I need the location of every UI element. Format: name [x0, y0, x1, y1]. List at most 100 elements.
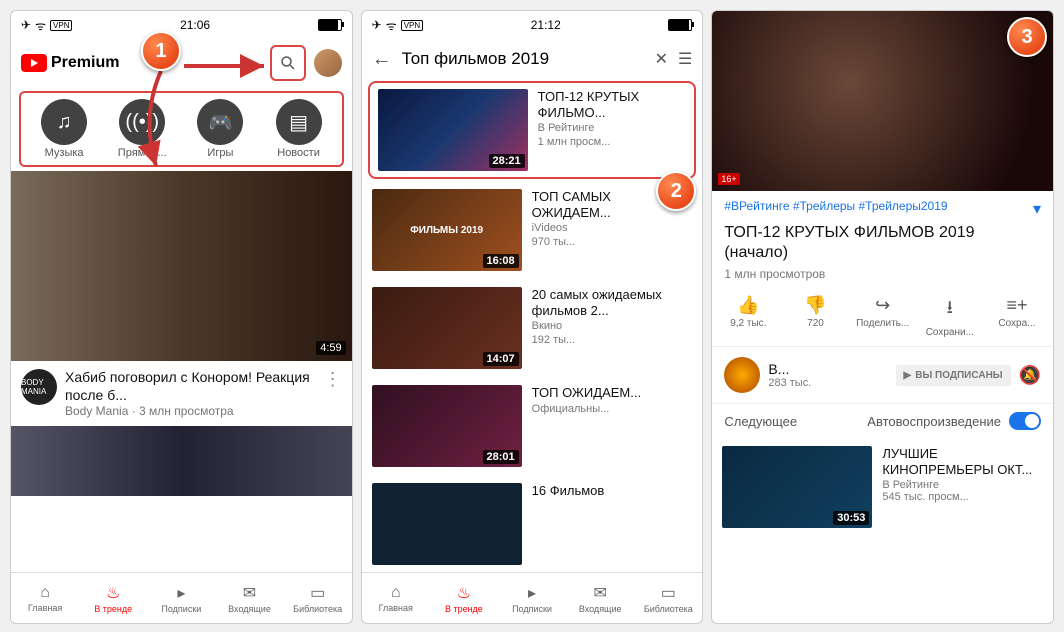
status-time: 21:12: [531, 18, 561, 32]
nav-label: Подписки: [512, 604, 552, 614]
expand-icon[interactable]: ▾: [1033, 199, 1041, 219]
status-bar: ✈ ᯤ VPN 21:12: [362, 11, 703, 39]
home-icon: ⌂: [391, 584, 401, 602]
nav-trending[interactable]: ♨В тренде: [79, 573, 147, 623]
subscriptions-icon: ▸: [528, 583, 536, 603]
tab-live[interactable]: ((•)) Прямой...: [112, 99, 172, 159]
airplane-icon: ✈: [372, 18, 382, 32]
library-icon: ▭: [661, 583, 676, 603]
nav-home[interactable]: ⌂Главная: [11, 573, 79, 623]
share-icon: ↪: [875, 295, 890, 316]
download-icon: ⭳: [947, 295, 953, 325]
back-icon[interactable]: ←: [372, 48, 392, 71]
account-avatar[interactable]: [314, 49, 342, 77]
nav-library[interactable]: ▭Библиотека: [634, 573, 702, 623]
tab-label: Музыка: [45, 147, 84, 159]
nav-trending[interactable]: ♨В тренде: [430, 573, 498, 623]
nav-subscriptions[interactable]: ▸Подписки: [147, 573, 215, 623]
nav-subscriptions[interactable]: ▸Подписки: [498, 573, 566, 623]
result-thumbnail[interactable]: [372, 483, 522, 565]
subscribed-button[interactable]: ▶ ВЫ ПОДПИСАНЫ: [896, 365, 1011, 386]
home-icon: ⌂: [40, 584, 50, 602]
youtube-mini-icon: ▶: [904, 370, 912, 381]
tab-news[interactable]: ▤ Новости: [269, 99, 329, 159]
autoplay-toggle[interactable]: [1009, 412, 1041, 430]
subscribed-label: ВЫ ПОДПИСАНЫ: [915, 370, 1002, 381]
thumb-text: ФИЛЬМЫ 2019: [410, 225, 483, 236]
tab-music[interactable]: ♫ Музыка: [34, 99, 94, 159]
watch-title: ТОП-12 КРУТЫХ ФИЛЬМОВ 2019 (начало): [712, 221, 1053, 267]
vpn-icon: VPN: [50, 20, 72, 31]
result-channel: Официальны...: [532, 403, 693, 415]
wifi-icon: ᯤ: [35, 17, 46, 34]
share-button[interactable]: ↪ Поделить...: [853, 295, 913, 338]
marker-1: 1: [141, 31, 181, 71]
search-result-item[interactable]: 14:07 20 самых ожидаемых фильмов 2... Вк…: [362, 279, 703, 377]
up-next-header: Следующее Автовоспроизведение: [712, 404, 1053, 438]
search-result-item[interactable]: 28:01 ТОП ОЖИДАЕМ... Официальны...: [362, 377, 703, 475]
nav-label: Входящие: [228, 604, 271, 614]
youtube-logo[interactable]: Premium: [21, 54, 119, 72]
more-icon[interactable]: ⋮: [324, 369, 342, 390]
video-card[interactable]: 4:59 BODY MANIA Хабиб поговорил с Коноро…: [11, 171, 352, 426]
nav-inbox[interactable]: ✉Входящие: [566, 573, 634, 623]
premium-label: Premium: [51, 54, 119, 72]
dislike-button[interactable]: 👎720: [786, 295, 846, 338]
home-feed[interactable]: 4:59 BODY MANIA Хабиб поговорил с Коноро…: [11, 171, 352, 572]
save-icon: ≡+: [1006, 295, 1027, 316]
result-thumbnail[interactable]: 14:07: [372, 287, 522, 369]
result-thumbnail[interactable]: 30:53: [722, 446, 872, 528]
library-icon: ▭: [310, 583, 325, 603]
search-input[interactable]: [402, 47, 645, 71]
marker-3: 3: [1007, 17, 1047, 57]
like-button[interactable]: 👍9,2 тыс.: [718, 295, 778, 338]
result-channel: В Рейтинге: [538, 122, 687, 134]
tab-label: Прямой...: [118, 147, 167, 159]
video-thumbnail[interactable]: 4:59: [11, 171, 352, 361]
filter-icon[interactable]: ☰: [678, 49, 692, 69]
duration-badge: 16:08: [483, 254, 519, 268]
wifi-icon: ᯤ: [386, 17, 397, 34]
result-thumbnail[interactable]: 28:01: [372, 385, 522, 467]
tab-label: Игры: [207, 147, 233, 159]
save-button[interactable]: ≡+Сохра...: [987, 295, 1047, 338]
status-bar: ✈ ᯤ VPN 21:06: [11, 11, 352, 39]
video-thumbnail-partial[interactable]: [11, 426, 352, 496]
search-result-item[interactable]: ФИЛЬМЫ 2019 16:08 ТОП САМЫХ ОЖИДАЕМ... i…: [362, 181, 703, 279]
youtube-play-icon: [21, 54, 47, 72]
download-button[interactable]: ⭳Сохрани...: [920, 295, 980, 338]
share-label: Поделить...: [856, 318, 909, 329]
result-thumbnail[interactable]: 28:21: [378, 89, 528, 171]
result-title: ЛУЧШИЕ КИНОПРЕМЬЕРЫ ОКТ...: [882, 446, 1043, 477]
nav-inbox[interactable]: ✉Входящие: [215, 573, 283, 623]
battery-icon: [668, 19, 692, 31]
search-results[interactable]: 28:21 ТОП-12 КРУТЫХ ФИЛЬМО... В Рейтинге…: [362, 79, 703, 572]
nav-label: Главная: [28, 603, 62, 613]
tab-gaming[interactable]: 🎮 Игры: [190, 99, 250, 159]
bell-icon[interactable]: 🔕: [1019, 365, 1041, 386]
mail-icon: ✉: [593, 583, 606, 603]
search-button[interactable]: [270, 45, 306, 81]
channel-row[interactable]: В... 283 тыс. ▶ ВЫ ПОДПИСАНЫ 🔕: [712, 347, 1053, 404]
nav-label: Подписки: [161, 604, 201, 614]
status-time: 21:06: [180, 18, 210, 32]
channel-icon[interactable]: BODY MANIA: [21, 369, 57, 405]
video-player[interactable]: 16+: [712, 11, 1053, 191]
nav-library[interactable]: ▭Библиотека: [284, 573, 352, 623]
duration-badge: 30:53: [833, 511, 869, 525]
result-channel: Вкино: [532, 320, 693, 332]
search-result-item[interactable]: 28:21 ТОП-12 КРУТЫХ ФИЛЬМО... В Рейтинге…: [368, 81, 697, 179]
category-tabstrip: ♫ Музыка ((•)) Прямой... 🎮 Игры ▤ Новост…: [19, 91, 344, 167]
result-views: 1 млн просм...: [538, 136, 687, 148]
mail-icon: ✉: [243, 583, 256, 603]
channel-avatar[interactable]: [724, 357, 760, 393]
video-tags[interactable]: #ВРейтинге #Трейлеры #Трейлеры2019: [724, 199, 947, 219]
duration-badge: 28:21: [489, 154, 525, 168]
duration-badge: 4:59: [316, 341, 345, 355]
clear-icon[interactable]: ✕: [655, 49, 668, 69]
search-result-item[interactable]: 16 Фильмов: [362, 475, 703, 572]
nav-home[interactable]: ⌂Главная: [362, 573, 430, 623]
upnext-item[interactable]: 30:53 ЛУЧШИЕ КИНОПРЕМЬЕРЫ ОКТ... В Рейти…: [712, 438, 1053, 536]
result-views: 970 ты...: [532, 236, 693, 248]
result-thumbnail[interactable]: ФИЛЬМЫ 2019 16:08: [372, 189, 522, 271]
